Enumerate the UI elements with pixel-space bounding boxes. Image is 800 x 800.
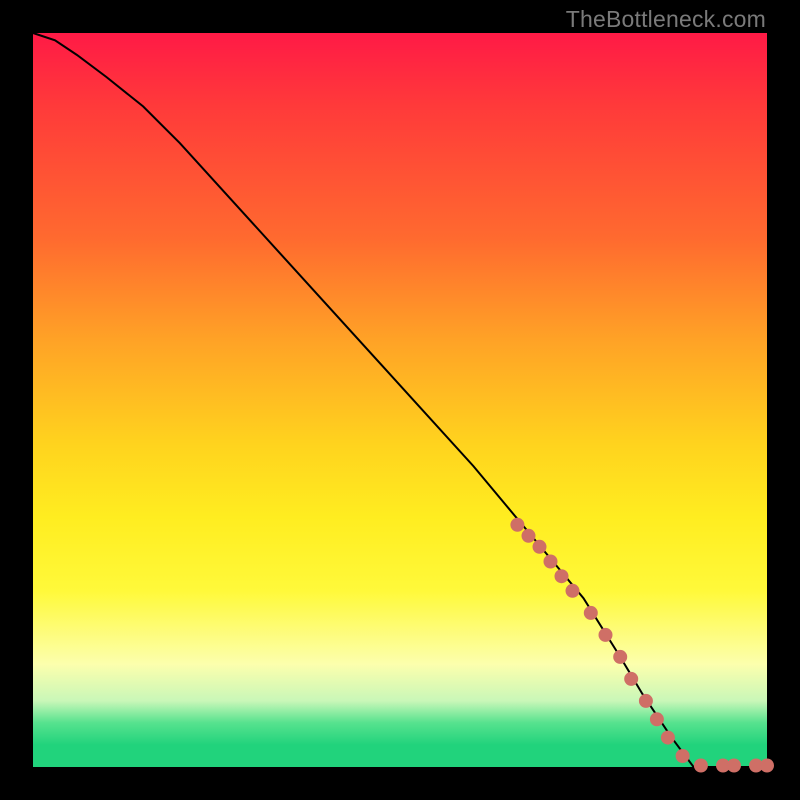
curve-marker — [599, 628, 613, 642]
curve-marker — [661, 731, 675, 745]
bottleneck-curve — [33, 33, 767, 767]
watermark-text: TheBottleneck.com — [566, 6, 766, 33]
curve-marker — [639, 694, 653, 708]
curve-marker — [544, 555, 558, 569]
curve-markers — [510, 518, 774, 773]
curve-marker — [727, 759, 741, 773]
curve-marker — [650, 712, 664, 726]
curve-marker — [522, 529, 536, 543]
curve-marker — [760, 759, 774, 773]
curve-marker — [510, 518, 524, 532]
curve-marker — [676, 749, 690, 763]
curve-marker — [584, 606, 598, 620]
curve-marker — [624, 672, 638, 686]
curve-marker — [533, 540, 547, 554]
plot-area — [33, 33, 767, 767]
curve-marker — [613, 650, 627, 664]
curve-marker — [694, 759, 708, 773]
curve-marker — [555, 569, 569, 583]
curve-marker — [566, 584, 580, 598]
curve-svg — [33, 33, 767, 767]
chart-frame: TheBottleneck.com — [0, 0, 800, 800]
